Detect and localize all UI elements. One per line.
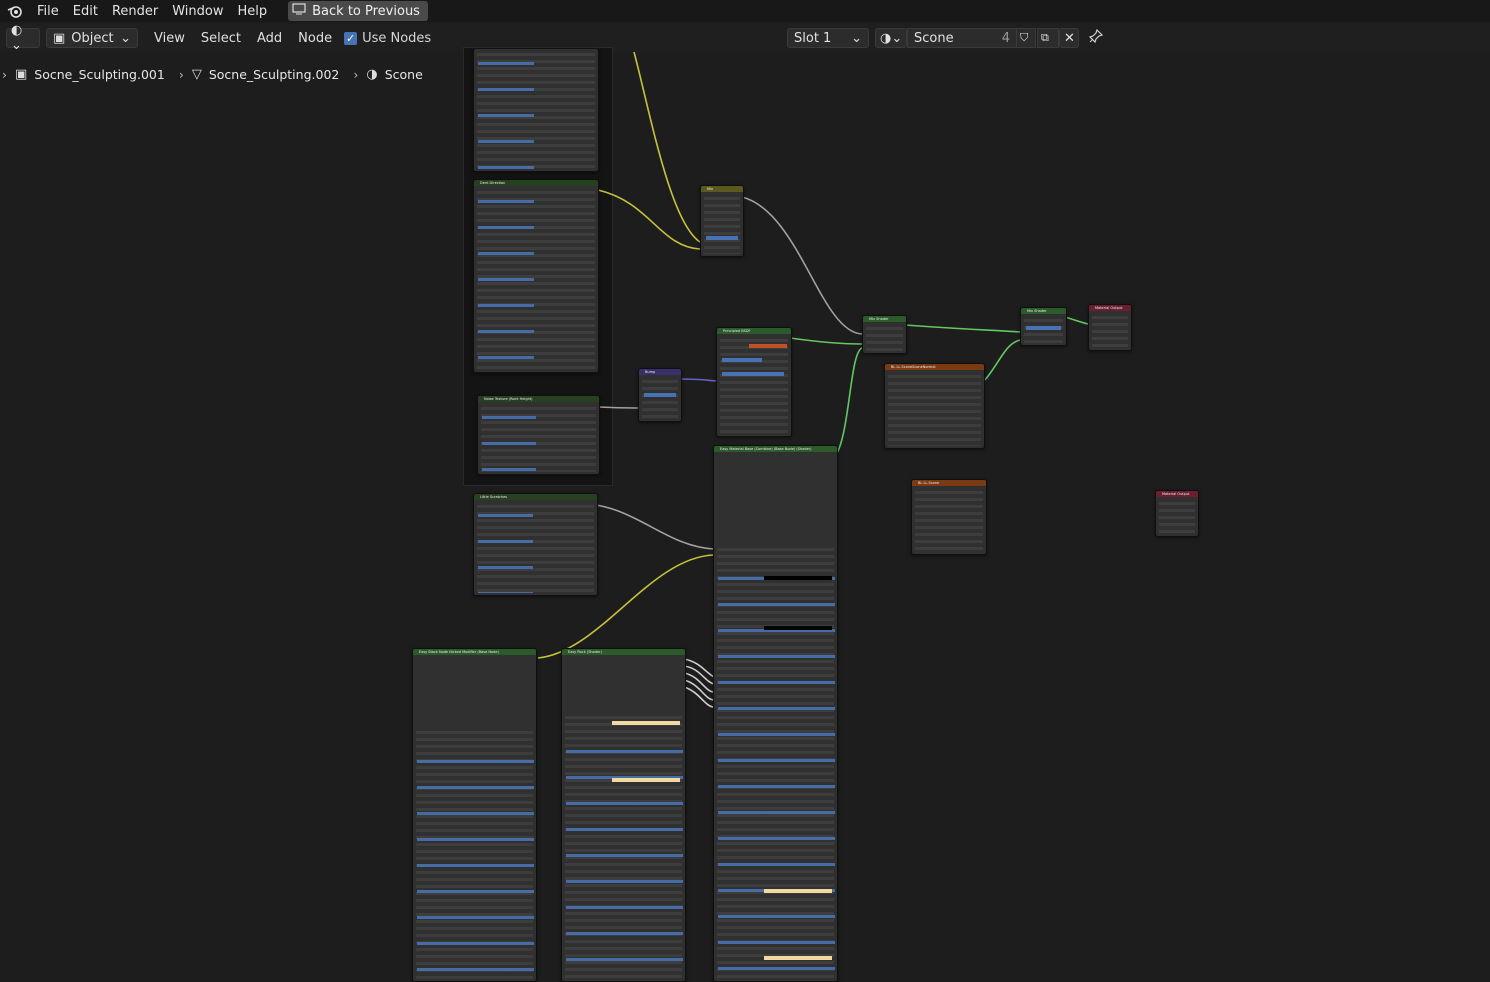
editor-type-selector[interactable]: ◐ ⌄ xyxy=(6,23,40,53)
checkbox-checked-icon[interactable]: ✓ xyxy=(344,31,358,45)
breadcrumb-item-mesh[interactable]: Socne_Sculpting.002 xyxy=(209,67,340,82)
color-swatch[interactable] xyxy=(612,721,680,725)
node-title: Mix Shader xyxy=(1021,308,1066,314)
normal-texture-node[interactable]: BL LL.SconeSconeNormal xyxy=(884,363,985,449)
mix-node[interactable]: Mix xyxy=(700,185,744,257)
factor-slider[interactable] xyxy=(706,236,738,240)
node-title: Easy Rock (Shader) xyxy=(562,649,685,655)
breadcrumb-item-object[interactable]: Socne_Sculpting.001 xyxy=(34,67,165,82)
node-title: Dent Direction xyxy=(474,180,598,186)
node-title: Bump xyxy=(639,369,681,375)
cracks-color-swatch[interactable] xyxy=(612,778,680,782)
node-title: Mix xyxy=(701,186,743,192)
material-output-node-1[interactable]: Material Output xyxy=(1088,304,1132,351)
bump-node[interactable]: Bump xyxy=(638,368,682,422)
blender-logo-icon[interactable] xyxy=(0,0,30,22)
chevron-right-icon: › xyxy=(2,66,7,82)
menu-select[interactable]: Select xyxy=(193,31,249,46)
node-title: BL LL.SconeSconeNormal xyxy=(885,364,984,370)
menu-file[interactable]: File xyxy=(30,4,66,19)
shield-icon: ⛉ xyxy=(1020,31,1029,44)
node-title: Little Scratches xyxy=(474,494,597,500)
menu-window[interactable]: Window xyxy=(165,4,230,19)
menu-help[interactable]: Help xyxy=(231,4,275,19)
user-count: 4 xyxy=(1001,30,1010,46)
cream-color-swatch-2[interactable] xyxy=(764,956,832,960)
node-title: Principled BSDF xyxy=(717,328,791,334)
use-nodes-label: Use Nodes xyxy=(362,30,432,46)
node-canvas[interactable]: Dent Direction Noise Texture (Rock Heigh… xyxy=(0,47,1490,982)
noise-node-top[interactable] xyxy=(473,48,599,172)
back-to-previous-button[interactable]: Back to Previous xyxy=(288,1,428,21)
material-browse-button[interactable]: ◑⌄ xyxy=(875,28,907,48)
strength-slider[interactable] xyxy=(644,393,676,397)
node-title: Material Output xyxy=(1156,491,1198,497)
duplicate-material-button[interactable]: ⧉ xyxy=(1037,28,1059,48)
mesh-icon: ▽ xyxy=(191,66,202,82)
base-color-swatch[interactable] xyxy=(764,626,832,630)
slot-label: Slot 1 xyxy=(794,30,832,46)
use-nodes-toggle[interactable]: ✓ Use Nodes xyxy=(344,31,431,46)
chevron-down-icon: ⌄ xyxy=(120,30,131,46)
breadcrumb-item-material[interactable]: Scone xyxy=(385,67,423,82)
fake-user-button[interactable]: ⛉ xyxy=(1016,28,1036,48)
node-title: Easy Material Base (Combine) (Base Node)… xyxy=(714,446,837,452)
node-title: Noise Texture (Rock Height) xyxy=(478,396,599,402)
material-output-node-2[interactable]: Material Output xyxy=(1155,490,1199,537)
unlink-material-button[interactable]: ✕ xyxy=(1059,28,1079,48)
chevron-right-icon: › xyxy=(353,66,359,82)
dent-direction-node[interactable]: Dent Direction xyxy=(473,179,599,373)
node-title: Easy Black Node Nicked Modifier (Base No… xyxy=(413,649,536,655)
menu-node[interactable]: Node xyxy=(290,31,340,46)
object-icon: ▣ xyxy=(15,66,28,82)
material-sphere-icon: ◑⌄ xyxy=(880,30,903,46)
node-editor-icon[interactable]: ◐ ⌄ xyxy=(6,23,40,53)
material-sphere-icon: ◑ xyxy=(366,66,378,82)
node-title: BL LL.Scone xyxy=(912,480,986,486)
noise-rock-height-node[interactable]: Noise Texture (Rock Height) xyxy=(477,395,600,475)
slot-dropdown[interactable]: Slot 1 ⌄ xyxy=(787,28,869,48)
fac-slider[interactable] xyxy=(1026,326,1061,330)
breadcrumb: › ▣ Socne_Sculpting.001 › ▽ Socne_Sculpt… xyxy=(0,64,423,84)
menu-view[interactable]: View xyxy=(146,31,193,46)
pin-icon[interactable] xyxy=(1088,28,1104,48)
mix-shader-node-1[interactable]: Mix Shader xyxy=(862,315,907,354)
custom-damage-color-swatch[interactable] xyxy=(764,576,832,580)
principled-bsdf-node[interactable]: Principled BSDF xyxy=(716,327,792,437)
alpha-slider[interactable] xyxy=(722,372,784,376)
back-to-previous-label: Back to Previous xyxy=(312,3,420,19)
node-title: Mix Shader xyxy=(863,316,906,322)
chevron-down-icon: ⌄ xyxy=(851,30,862,46)
material-name-field[interactable]: Scone 4 xyxy=(907,28,1017,48)
color-texture-node[interactable]: BL LL.Scone xyxy=(911,479,987,555)
material-name: Scone xyxy=(914,30,954,46)
mode-dropdown[interactable]: ▣ Object ⌄ xyxy=(46,28,138,48)
easy-black-node-modifier[interactable]: Easy Black Node Nicked Modifier (Base No… xyxy=(412,648,537,982)
top-menu-bar: File Edit Render Window Help Back to Pre… xyxy=(0,0,1490,22)
copy-icon: ⧉ xyxy=(1041,31,1049,44)
chevron-right-icon: › xyxy=(178,66,184,82)
screen-icon xyxy=(292,3,306,19)
menu-add[interactable]: Add xyxy=(249,31,290,46)
close-icon: ✕ xyxy=(1064,30,1075,46)
menu-render[interactable]: Render xyxy=(105,4,165,19)
little-scratches-node[interactable]: Little Scratches xyxy=(473,493,598,596)
menu-edit[interactable]: Edit xyxy=(66,4,105,19)
cream-color-swatch[interactable] xyxy=(764,889,832,893)
node-title: Material Output xyxy=(1089,305,1131,311)
base-color-swatch[interactable] xyxy=(749,344,787,348)
roughness-slider[interactable] xyxy=(722,358,762,362)
node-editor-header: ◐ ⌄ ▣ Object ⌄ View Select Add Node ✓ Us… xyxy=(0,23,1490,53)
easy-material-base-node[interactable]: Easy Material Base (Combine) (Base Node)… xyxy=(713,445,838,982)
object-mode-icon: ▣ xyxy=(53,30,66,46)
mode-label: Object xyxy=(71,30,114,46)
mix-shader-node-2[interactable]: Mix Shader xyxy=(1020,307,1067,346)
easy-rock-node[interactable]: Easy Rock (Shader) xyxy=(561,648,686,982)
